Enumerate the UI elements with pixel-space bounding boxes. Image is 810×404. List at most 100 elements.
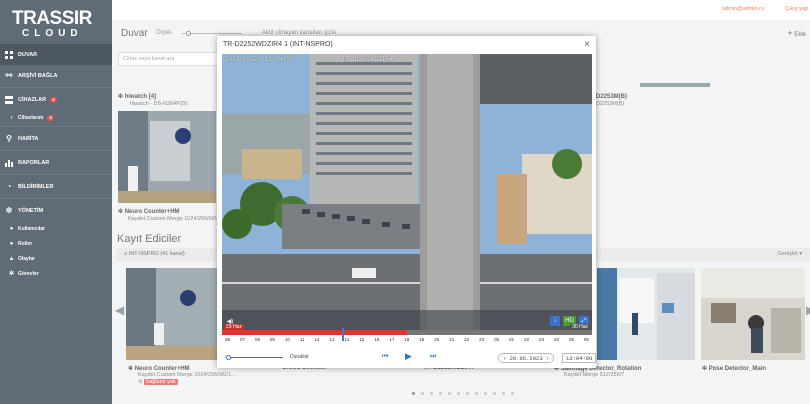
user-email[interactable]: admin@admin.ru — [722, 6, 764, 12]
divider — [0, 198, 112, 199]
scale-slider[interactable] — [182, 33, 242, 34]
timeline-tick-label: 06 — [225, 337, 231, 342]
gear-icon: ✲ — [118, 94, 124, 100]
timeline-tick-label: 00 — [494, 337, 500, 342]
chevron-left-icon[interactable]: ‹ — [503, 355, 506, 362]
sidebar-item-label: DUVAR — [18, 51, 38, 58]
close-icon[interactable]: × — [584, 39, 590, 50]
timeline-empty — [407, 330, 592, 335]
sidebar-item-users[interactable]: ● Kullanıcılar — [0, 221, 112, 236]
logo-sub: CLOUD — [22, 28, 83, 39]
page-dot[interactable] — [502, 392, 505, 395]
page-dot[interactable] — [475, 392, 478, 395]
page-dot[interactable] — [493, 392, 496, 395]
map-pin-icon: ⚲ — [6, 134, 12, 143]
sidebar-item-tasks[interactable]: ✲ Görevler — [0, 266, 112, 281]
page-dot[interactable] — [448, 392, 451, 395]
bell-icon: ◔ — [6, 182, 12, 191]
page-dot[interactable] — [457, 392, 460, 395]
timeline-tick-label: 14 — [344, 337, 350, 342]
timeline-tick-label: 08 — [254, 337, 260, 342]
menu-icon: ≡ — [124, 251, 128, 257]
speed-label: Duraklat — [290, 354, 309, 360]
speed-slider[interactable] — [228, 357, 283, 358]
recorder-group-label: ≡ INT-NSPRO (41 kanal) — [124, 251, 185, 257]
scale-label: Ölçek — [156, 30, 172, 36]
archive-timeline[interactable]: 29 Haz 30 Haz 06 07 08 09 10 11 12 13 14 15 16 17 18… — [222, 324, 592, 350]
timeline-tick-label: 18 — [404, 337, 410, 342]
sidebar-item-my-devices[interactable]: › Cihazlarım 4 — [0, 110, 112, 125]
expand-link[interactable]: Genişlet ▾ — [778, 251, 802, 257]
timeline-date-right: 30 Haz — [570, 324, 590, 330]
devices-badge: 4 — [50, 96, 57, 103]
sidebar-item-archive[interactable]: ⚯ ARŞİVİ BAĞLA — [0, 65, 112, 86]
link-off-icon: ⊘ — [138, 379, 143, 385]
sidebar-item-map[interactable]: ⚲ HARİTA — [0, 128, 112, 149]
timeline-tick-label: 19 — [419, 337, 425, 342]
logo-main: TRASSIR — [12, 8, 92, 29]
timeline-tick-label: 15 — [359, 337, 365, 342]
server-icon — [4, 95, 14, 105]
page-dot[interactable] — [484, 392, 487, 395]
section-title: Kayıt Ediciler — [117, 233, 182, 245]
camera-thumbnail[interactable] — [701, 268, 805, 360]
top-bar: admin@admin.ru Çıkış yap — [112, 0, 810, 20]
rewind-icon[interactable]: ⏮ — [382, 353, 388, 361]
chevron-right-icon[interactable]: › — [546, 355, 549, 362]
page-dot[interactable] — [412, 392, 415, 395]
timeline-tick-label: 20 — [434, 337, 440, 342]
timeline-tick-label: 11 — [299, 337, 305, 342]
timeline-tick-label: 04 — [553, 337, 559, 342]
video-player[interactable]: 2023-06-29 13:04:00 TR-D2252WDZIR4 ◀) ↓ … — [222, 54, 592, 330]
link-icon: ⚯ — [5, 71, 13, 80]
sidebar-item-reports[interactable]: RAPORLAR — [0, 152, 112, 173]
page-dot[interactable] — [466, 392, 469, 395]
camera-name: hiwatch [4] — [124, 94, 157, 100]
sidebar-item-devices[interactable]: CİHAZLAR 4 — [0, 89, 112, 110]
sidebar-item-management[interactable]: ✲ YÖNETİM — [0, 200, 112, 221]
date-picker[interactable]: ‹ 29.06.2023 › — [498, 353, 555, 363]
video-dialog: TR-D2252WDZIR4 1 (INT-NSPRO) × 2023-06-2… — [217, 36, 597, 368]
camera-name: Neuro Counter+HM — [124, 209, 180, 215]
camera-title: ✲ Neuro Counter+HM — [128, 365, 190, 372]
camera-subtitle: Kaydet Merge 512/256/7 — [564, 372, 625, 378]
sidebar-item-wall[interactable]: DUVAR — [0, 44, 112, 65]
carousel-next-icon[interactable]: ▶ — [806, 303, 810, 317]
timeline-tick-label: 09 — [269, 337, 275, 342]
add-button[interactable]: + Ekle — [787, 28, 806, 38]
users-icon: ● — [9, 225, 14, 232]
logo[interactable]: TRASSIR CLOUD — [0, 0, 112, 44]
page-dot[interactable] — [511, 392, 514, 395]
camera-thumbnail[interactable] — [118, 111, 216, 203]
sidebar-item-notifications[interactable]: ◔ BİLDİRİMLER — [0, 176, 112, 197]
logout-link[interactable]: Çıkış yap — [785, 6, 808, 12]
bell-icon: ▲ — [8, 255, 15, 262]
camera-title: ✲ Pose Detector_Main — [702, 365, 766, 372]
timeline-tick-label: 03 — [539, 337, 545, 342]
forward-icon[interactable]: ⏭ — [430, 353, 436, 361]
camera-thumbnail[interactable] — [126, 268, 222, 360]
speed-slider-handle[interactable] — [226, 355, 231, 360]
page-dot[interactable] — [430, 392, 433, 395]
download-icon[interactable]: ↓ — [550, 316, 560, 326]
scale-slider-handle[interactable] — [186, 31, 191, 36]
page-dot[interactable] — [439, 392, 442, 395]
add-button-label: Ekle — [794, 32, 806, 38]
gear-icon: ✲ — [128, 366, 134, 372]
camera-subtitle: Kaydet Custom Merge 1024/256/0/0/1... — [128, 216, 226, 222]
page-dot[interactable] — [421, 392, 424, 395]
plus-icon: + — [787, 28, 793, 38]
sidebar-item-label: HARİTA — [18, 135, 39, 142]
camera-thumbnail[interactable] — [597, 268, 695, 360]
camera-subtitle: Kaydet Custom Merge 1024/256/0/0/1... — [138, 372, 236, 378]
time-field[interactable]: 13:04:00 — [562, 353, 597, 363]
timeline-tick-label: 01 — [509, 337, 515, 342]
search-input[interactable]: Cihaz veya kanal ara — [118, 52, 218, 66]
sidebar-item-roles[interactable]: ● Roller — [0, 236, 112, 251]
sidebar-item-events[interactable]: ▲ Olaylar — [0, 251, 112, 266]
timeline-tick-label: 02 — [524, 337, 530, 342]
timeline-tick-label: 05 — [568, 337, 574, 342]
carousel-prev-icon[interactable]: ◀ — [115, 303, 124, 317]
dialog-header: TR-D2252WDZIR4 1 (INT-NSPRO) × — [217, 36, 596, 54]
play-icon[interactable]: ▶ — [405, 351, 412, 362]
